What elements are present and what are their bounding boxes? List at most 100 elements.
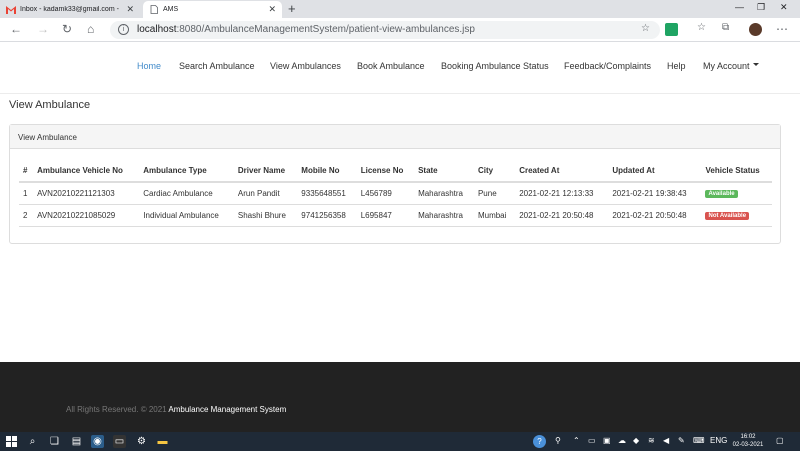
close-icon[interactable]: ✕: [126, 4, 134, 15]
nav-search-ambulance[interactable]: Search Ambulance: [179, 61, 255, 71]
col-header: Mobile No: [297, 160, 357, 183]
windows-start-icon[interactable]: [5, 435, 18, 448]
cell-type: Cardiac Ambulance: [139, 182, 234, 205]
col-header: Ambulance Type: [139, 160, 234, 183]
cell-updated: 2021-02-21 20:50:48: [608, 204, 702, 227]
keyboard-icon[interactable]: ⌨: [693, 436, 705, 445]
new-tab-icon[interactable]: +: [288, 1, 296, 16]
table-header-row: # Ambulance Vehicle No Ambulance Type Dr…: [19, 160, 772, 183]
table-row: 2 AVN20210221085029 Individual Ambulance…: [19, 204, 772, 227]
nav-feedback[interactable]: Feedback/Complaints: [564, 61, 651, 71]
cell-created: 2021-02-21 12:13:33: [515, 182, 609, 205]
cell-updated: 2021-02-21 19:38:43: [608, 182, 702, 205]
cell-license: L456789: [356, 182, 415, 205]
col-header: Driver Name: [233, 160, 298, 183]
status-badge: Not Available: [705, 212, 750, 220]
extension-icon[interactable]: [665, 23, 678, 36]
meet-icon[interactable]: ▣: [603, 436, 611, 445]
clock[interactable]: 16:02 02-03-2021: [728, 433, 768, 449]
col-header: Vehicle Status: [701, 160, 772, 183]
widgets-icon[interactable]: ▤: [70, 435, 83, 448]
ambulance-table: # Ambulance Vehicle No Ambulance Type Dr…: [19, 160, 772, 227]
help-icon[interactable]: ?: [533, 435, 546, 448]
clock-date: 02-03-2021: [732, 442, 764, 448]
cell-created: 2021-02-21 20:50:48: [515, 204, 609, 227]
nav-help[interactable]: Help: [667, 61, 686, 71]
col-header: Created At: [515, 160, 609, 183]
address-bar: ← → ↻ ⌂ i localhost:8080/AmbulanceManage…: [0, 18, 800, 42]
cell-city: Mumbai: [473, 204, 516, 227]
minimize-icon[interactable]: —: [735, 2, 744, 12]
profile-avatar[interactable]: [749, 23, 762, 36]
col-header: State: [414, 160, 474, 183]
file-explorer-icon[interactable]: ▬: [156, 435, 169, 448]
language-indicator[interactable]: ENG: [710, 436, 727, 445]
nav-home[interactable]: Home: [137, 61, 161, 71]
footer-text: All Rights Reserved. © 2021 Ambulance Ma…: [66, 405, 287, 414]
nav-booking-status[interactable]: Booking Ambulance Status: [441, 61, 549, 71]
favorites-icon[interactable]: ☆: [697, 22, 706, 33]
forward-icon[interactable]: →: [37, 22, 49, 36]
dropbox-icon[interactable]: ◆: [633, 436, 639, 445]
cell-state: Maharashtra: [414, 204, 474, 227]
close-icon[interactable]: ✕: [268, 4, 276, 15]
cell-license: L695847: [356, 204, 415, 227]
page-icon: [150, 5, 158, 14]
nav-book-ambulance[interactable]: Book Ambulance: [357, 61, 425, 71]
cell-index: 2: [19, 204, 34, 227]
menu-icon[interactable]: ⋯: [776, 22, 788, 36]
nav-view-ambulances[interactable]: View Ambulances: [270, 61, 341, 71]
pen-icon[interactable]: ✎: [678, 436, 685, 445]
cell-driver: Arun Pandit: [233, 182, 298, 205]
favorite-icon[interactable]: ☆: [641, 23, 650, 34]
people-icon[interactable]: ⚲: [555, 436, 561, 445]
taskbar: ⌕ ❏ ▤ ◉ ▭ ⚙ ▬ ? ⚲ ⌃ ▭ ▣ ☁ ◆ ≋ ◀ ✎ ⌨ ENG …: [0, 432, 800, 451]
cell-city: Pune: [473, 182, 516, 205]
reload-icon[interactable]: ↻: [62, 22, 72, 36]
table-row: 1 AVN20210221121303 Cardiac Ambulance Ar…: [19, 182, 772, 205]
clock-time: 16:02: [740, 434, 756, 440]
cell-status: Not Available: [701, 204, 772, 227]
notification-icon[interactable]: ▢: [776, 436, 784, 445]
gmail-icon: [6, 6, 16, 14]
page-title: View Ambulance: [9, 99, 91, 111]
restore-icon[interactable]: ❐: [757, 2, 765, 13]
search-icon[interactable]: ⌕: [26, 435, 39, 448]
show-hidden-icon[interactable]: ⌃: [573, 436, 580, 445]
cell-vehicle-no: AVN20210221121303: [33, 182, 140, 205]
col-header: Updated At: [608, 160, 702, 183]
battery-icon[interactable]: ▭: [588, 436, 596, 445]
volume-icon[interactable]: ◀: [663, 436, 669, 445]
tab-title: Inbox - kadamk33@gmail.com -: [20, 6, 119, 13]
collections-icon[interactable]: ⧉: [722, 22, 729, 33]
cell-vehicle-no: AVN20210221085029: [33, 204, 140, 227]
footer: All Rights Reserved. © 2021 Ambulance Ma…: [0, 362, 800, 432]
tab-gmail[interactable]: Inbox - kadamk33@gmail.com - ✕: [0, 1, 140, 18]
cell-state: Maharashtra: [414, 182, 474, 205]
cloud-icon[interactable]: ☁: [618, 436, 626, 445]
cell-mobile: 9335648551: [297, 182, 357, 205]
edge-browser-icon[interactable]: ◉: [91, 435, 104, 448]
tab-ams[interactable]: AMS ✕: [143, 1, 282, 18]
app-navbar: Home Search Ambulance View Ambulances Bo…: [0, 42, 800, 94]
url-input[interactable]: i localhost:8080/AmbulanceManagementSyst…: [110, 21, 660, 39]
wifi-icon[interactable]: ≋: [648, 436, 655, 445]
col-header: Ambulance Vehicle No: [33, 160, 140, 183]
url-text: localhost:8080/AmbulanceManagementSystem…: [137, 24, 475, 35]
col-header: #: [19, 160, 34, 183]
cell-index: 1: [19, 182, 34, 205]
cell-type: Individual Ambulance: [139, 204, 234, 227]
back-icon[interactable]: ←: [10, 22, 22, 36]
nav-my-account[interactable]: My Account: [703, 61, 759, 71]
ambulance-panel: View Ambulance # Ambulance Vehicle No Am…: [9, 124, 781, 244]
cell-driver: Shashi Bhure: [233, 204, 298, 227]
window-close-icon[interactable]: ✕: [780, 2, 788, 13]
task-view-icon[interactable]: ❏: [48, 435, 61, 448]
col-header: City: [473, 160, 516, 183]
settings-icon[interactable]: ⚙: [135, 435, 148, 448]
terminal-icon[interactable]: ▭: [113, 435, 126, 448]
status-badge: Available: [705, 190, 738, 199]
info-icon[interactable]: i: [118, 24, 129, 35]
home-icon[interactable]: ⌂: [87, 22, 94, 36]
caret-down-icon: [752, 63, 759, 67]
